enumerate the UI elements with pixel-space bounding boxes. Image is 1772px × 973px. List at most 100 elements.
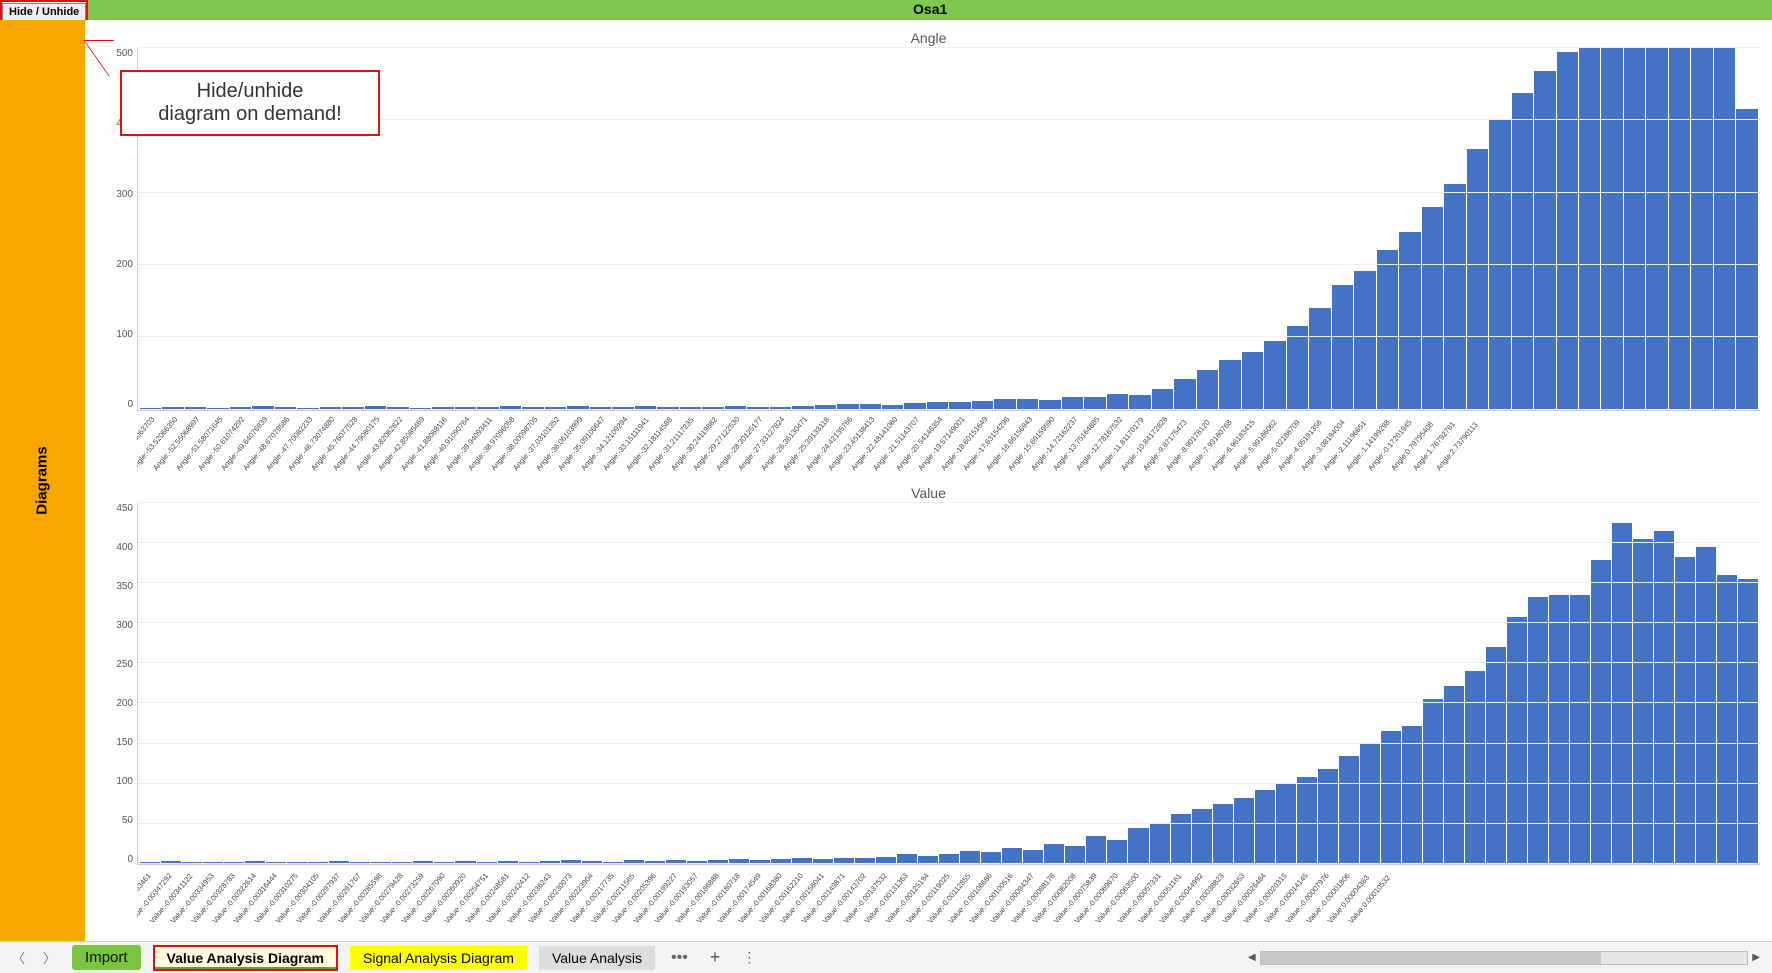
bar: [1297, 777, 1317, 864]
bar: [1197, 370, 1218, 410]
bar: [1486, 647, 1506, 864]
bar: [603, 862, 623, 864]
bar: [1675, 557, 1695, 864]
callout-line-1: Hide/unhide: [140, 80, 360, 103]
bar: [413, 861, 433, 864]
bar: [434, 862, 454, 864]
bar: [455, 861, 475, 864]
bar: [904, 403, 925, 410]
bar: [1318, 769, 1338, 864]
bar: [567, 406, 588, 410]
bar: [477, 407, 498, 409]
bar: [1444, 686, 1464, 864]
bar: [1736, 109, 1757, 409]
bar: [635, 406, 656, 410]
bar: [1287, 326, 1308, 409]
bar: [680, 407, 701, 409]
bar: [1174, 379, 1195, 409]
bar: [813, 859, 833, 864]
bar: [960, 851, 980, 864]
sidebar: Diagrams: [0, 20, 85, 941]
bar: [1423, 699, 1443, 864]
bar: [266, 862, 286, 864]
bar: [1422, 207, 1443, 409]
bar: [1612, 523, 1632, 864]
tab-import[interactable]: Import: [72, 945, 141, 970]
bar: [1219, 360, 1240, 409]
bar: [1152, 389, 1173, 409]
bar: [1354, 271, 1375, 410]
tab-value-analysis-diagram[interactable]: Value Analysis Diagram: [153, 945, 338, 971]
yaxis-value: 450400350300250200150100500: [97, 503, 137, 866]
bar: [320, 407, 341, 410]
bar: [855, 858, 875, 864]
bar: [1579, 48, 1600, 410]
bar: [645, 861, 665, 864]
bar: [1624, 48, 1645, 410]
tab-signal-analysis-diagram[interactable]: Signal Analysis Diagram: [350, 946, 527, 970]
sheet-nav-next[interactable]: 〉: [39, 946, 60, 969]
bar: [1339, 756, 1359, 864]
bar: [590, 407, 611, 410]
bar: [1549, 595, 1569, 864]
bar: [1039, 400, 1060, 409]
bar: [162, 407, 183, 409]
bar: [815, 405, 836, 409]
sidebar-label: Diagrams: [34, 446, 51, 514]
bar: [1738, 579, 1758, 864]
bar: [1255, 790, 1275, 864]
bar: [230, 407, 251, 409]
sheet-menu-icon[interactable]: ⋮: [738, 949, 759, 966]
bar: [666, 860, 686, 864]
add-sheet-button[interactable]: +: [704, 947, 727, 968]
bar: [1633, 539, 1653, 864]
bar: [582, 861, 602, 864]
bar: [522, 407, 543, 410]
scroll-right-icon[interactable]: ▶: [1748, 952, 1764, 963]
bar: [1234, 798, 1254, 864]
bar: [972, 401, 993, 410]
chart-title-angle: Angle: [97, 28, 1760, 48]
tab-overflow-icon[interactable]: •••: [667, 949, 692, 967]
bar: [770, 407, 791, 410]
bar: [275, 407, 296, 409]
bar: [1381, 731, 1401, 864]
scroll-left-icon[interactable]: ◀: [1244, 952, 1260, 963]
bar: [1062, 397, 1083, 410]
bar: [350, 862, 370, 864]
bar: [882, 405, 903, 409]
bar: [1717, 575, 1737, 864]
bar: [1002, 848, 1022, 864]
bar: [1309, 308, 1330, 409]
hide-unhide-button[interactable]: Hide / Unhide: [2, 3, 86, 21]
bar: [1044, 844, 1064, 864]
bar: [371, 862, 391, 864]
tab-value-analysis[interactable]: Value Analysis: [539, 946, 655, 970]
sheet-nav-prev[interactable]: 〈: [8, 946, 29, 969]
bar: [161, 861, 181, 864]
bar: [392, 862, 412, 864]
bar: [455, 407, 476, 410]
bar: [1107, 394, 1128, 410]
bar: [1570, 595, 1590, 864]
bar: [860, 404, 881, 410]
bar: [203, 862, 223, 864]
bar: [365, 406, 386, 410]
value-chart: Value 450400350300250200150100500 Value:…: [97, 483, 1760, 938]
bar: [1264, 341, 1285, 410]
horizontal-scrollbar[interactable]: ◀ ▶: [1244, 951, 1764, 965]
bar: [1213, 804, 1233, 864]
bar: [1646, 48, 1667, 410]
bar: [876, 857, 896, 864]
bar: [185, 407, 206, 410]
annotation-callout: Hide/unhide diagram on demand!: [120, 70, 380, 136]
page-title: Osa1: [88, 0, 1772, 20]
bar: [432, 407, 453, 409]
bar: [612, 407, 633, 409]
bar: [994, 399, 1015, 410]
bar: [657, 407, 678, 410]
plot-value: [137, 503, 1760, 866]
bar: [771, 859, 791, 864]
bar: [1107, 840, 1127, 864]
bar: [792, 858, 812, 864]
